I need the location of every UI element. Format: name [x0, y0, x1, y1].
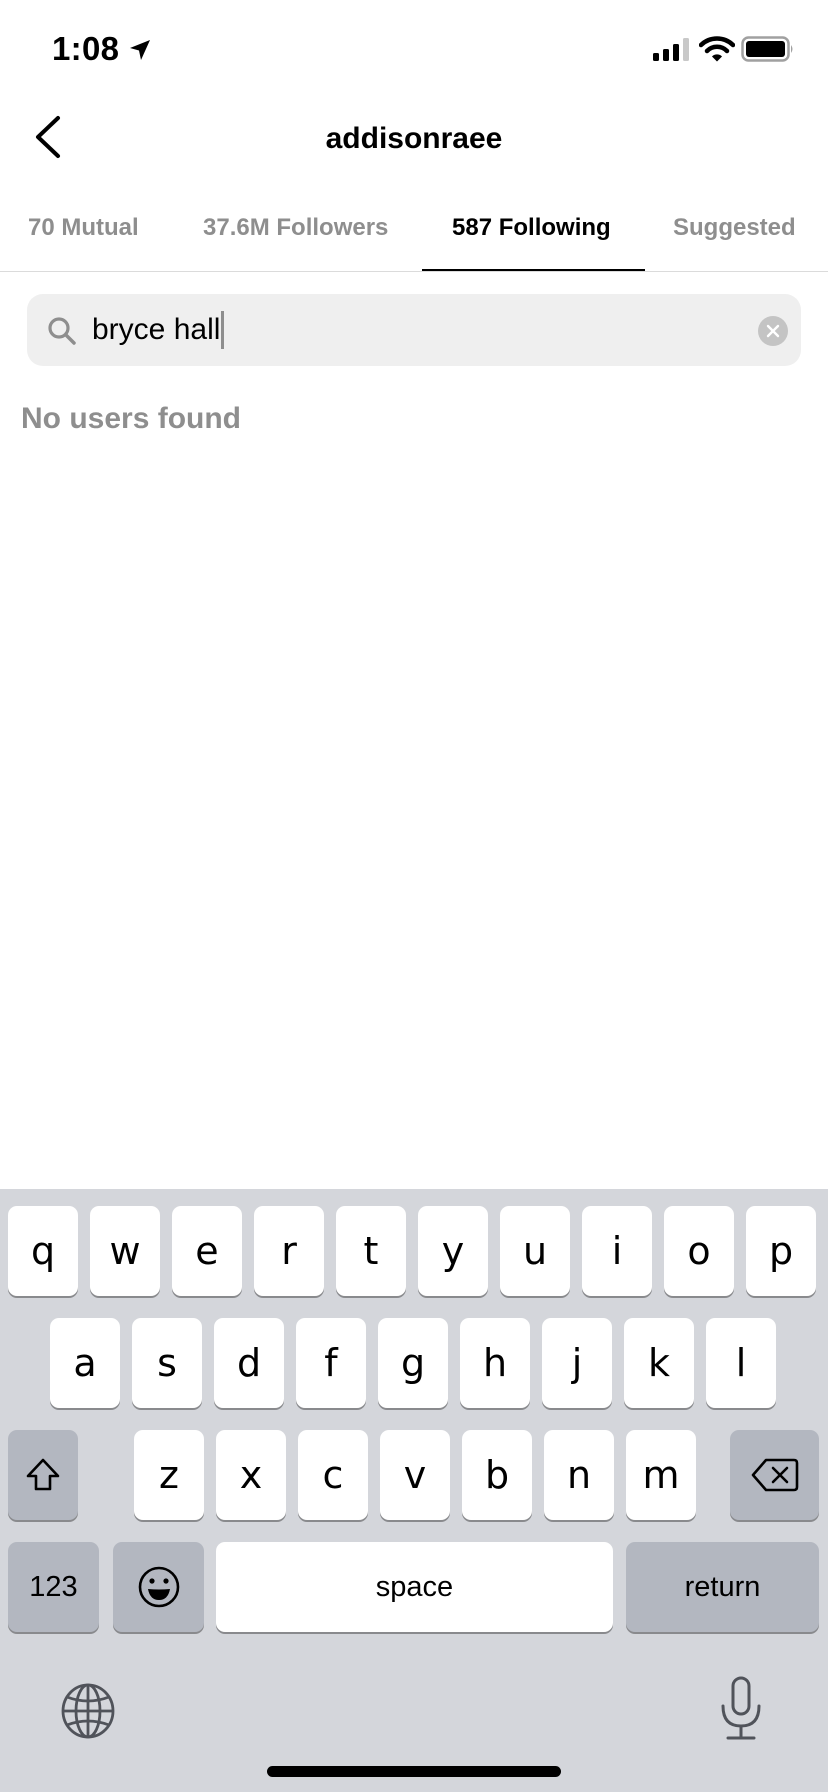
empty-results-message: No users found: [21, 402, 242, 435]
key-n[interactable]: n: [544, 1430, 614, 1520]
tab-bar: 70 Mutual 37.6M Followers 587 Following …: [0, 200, 828, 271]
key-s[interactable]: s: [132, 1318, 202, 1408]
location-arrow-icon: [130, 40, 150, 60]
key-u[interactable]: u: [500, 1206, 570, 1296]
key-z[interactable]: z: [134, 1430, 204, 1520]
key-l[interactable]: l: [706, 1318, 776, 1408]
tab-followers[interactable]: 37.6M Followers: [203, 214, 388, 242]
home-indicator[interactable]: [267, 1766, 561, 1777]
key-d[interactable]: d: [214, 1318, 284, 1408]
key-b[interactable]: b: [462, 1430, 532, 1520]
battery-icon: [741, 36, 793, 62]
key-y[interactable]: y: [418, 1206, 488, 1296]
numbers-key[interactable]: 123: [8, 1542, 99, 1632]
key-j[interactable]: j: [542, 1318, 612, 1408]
key-i[interactable]: i: [582, 1206, 652, 1296]
search-query: bryce hall: [92, 313, 221, 346]
emoji-key[interactable]: [113, 1542, 204, 1632]
tab-mutual[interactable]: 70 Mutual: [28, 214, 139, 242]
key-o[interactable]: o: [664, 1206, 734, 1296]
emoji-icon: [138, 1566, 179, 1608]
key-m[interactable]: m: [626, 1430, 696, 1520]
return-key[interactable]: return: [626, 1542, 819, 1632]
tab-suggested[interactable]: Suggested: [673, 214, 796, 242]
text-cursor: [221, 311, 225, 349]
key-c[interactable]: c: [298, 1430, 368, 1520]
search-icon: [48, 317, 76, 345]
cellular-signal-icon: [653, 38, 689, 61]
shift-icon: [26, 1458, 60, 1491]
key-e[interactable]: e: [172, 1206, 242, 1296]
key-p[interactable]: p: [746, 1206, 816, 1296]
backspace-key[interactable]: [730, 1430, 819, 1520]
key-k[interactable]: k: [624, 1318, 694, 1408]
page-title: addisonraee: [325, 122, 503, 155]
shift-key[interactable]: [8, 1430, 78, 1520]
status-time: 1:08: [52, 30, 120, 67]
key-x[interactable]: x: [216, 1430, 286, 1520]
wifi-icon: [699, 36, 735, 62]
key-q[interactable]: q: [8, 1206, 78, 1296]
tab-divider: [0, 271, 828, 272]
key-v[interactable]: v: [380, 1430, 450, 1520]
clear-icon: [766, 324, 780, 338]
key-t[interactable]: t: [336, 1206, 406, 1296]
tab-following[interactable]: 587 Following: [452, 214, 611, 242]
key-w[interactable]: w: [90, 1206, 160, 1296]
space-key[interactable]: space: [216, 1542, 613, 1632]
globe-icon[interactable]: [60, 1683, 116, 1739]
backspace-icon: [751, 1458, 798, 1492]
search-input-value[interactable]: bryce hall: [92, 311, 225, 349]
clear-search-button[interactable]: [758, 316, 788, 346]
microphone-icon[interactable]: [720, 1676, 762, 1742]
key-g[interactable]: g: [378, 1318, 448, 1408]
key-f[interactable]: f: [296, 1318, 366, 1408]
key-h[interactable]: h: [460, 1318, 530, 1408]
key-a[interactable]: a: [50, 1318, 120, 1408]
key-r[interactable]: r: [254, 1206, 324, 1296]
